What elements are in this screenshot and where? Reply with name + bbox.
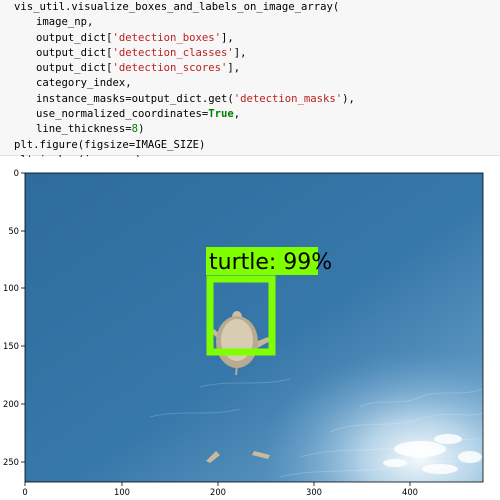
code-token: 'detection_classes' [112, 46, 234, 59]
output-area: turtle: 99% 0 50 100 150 200 250 0 100 200 300 40… [0, 157, 500, 500]
y-tick-label: 250 [3, 457, 19, 467]
code-token: 'detection_masks' [233, 92, 343, 105]
code-token: output_dict[ [36, 62, 113, 75]
code-token: output_dict[ [36, 31, 113, 44]
x-tick-label: 0 [22, 487, 27, 497]
image-plot: turtle: 99% 0 50 100 150 200 250 0 100 200 300 40… [3, 168, 484, 497]
code-token: vis_util.visualize_boxes_and_labels_on_i… [14, 1, 340, 13]
y-tick-label: 100 [3, 283, 19, 293]
code-token: 'detection_scores' [112, 62, 228, 75]
x-tick-label: 200 [210, 487, 226, 497]
code-token: ], [220, 31, 234, 44]
code-line: category_index, [14, 76, 355, 91]
y-tick-label: 200 [3, 399, 19, 409]
code-token: ], [227, 62, 241, 75]
code-token: instance_masks=output_dict.get( [36, 92, 234, 105]
code-token: line_thickness= [36, 123, 132, 136]
code-line: output_dict['detection_scores'], [14, 61, 355, 76]
code-line: output_dict['detection_classes'], [14, 46, 355, 61]
code-token: image_np, [36, 16, 94, 29]
code-token: plt.figure(figsize=IMAGE_SIZE) [14, 138, 206, 151]
code-line: line_thickness=8) [14, 122, 355, 137]
code-line: plt.figure(figsize=IMAGE_SIZE) [14, 138, 355, 153]
code-line: instance_masks=output_dict.get('detectio… [14, 92, 355, 107]
x-tick-label: 300 [306, 487, 322, 497]
y-tick-label: 150 [3, 341, 19, 351]
code-cell[interactable]: vis_util.visualize_boxes_and_labels_on_i… [0, 0, 500, 166]
code-line: vis_util.visualize_boxes_and_labels_on_i… [14, 0, 355, 15]
x-tick-label: 400 [402, 487, 418, 497]
x-tick-label: 100 [114, 487, 130, 497]
detection-label: turtle: 99% [209, 250, 332, 275]
code-line: output_dict['detection_boxes'], [14, 31, 355, 46]
code-token: use_normalized_coordinates= [36, 108, 209, 121]
code-block[interactable]: vis_util.visualize_boxes_and_labels_on_i… [14, 0, 355, 168]
y-axis: 0 50 100 150 200 250 [3, 168, 25, 467]
code-token: True [208, 108, 234, 121]
code-token: , [233, 108, 241, 121]
ocean-photo [25, 173, 483, 482]
y-tick-label: 50 [8, 226, 19, 236]
code-line: image_np, [14, 15, 355, 30]
code-token: category_index, [36, 77, 132, 90]
code-token: ], [233, 46, 247, 59]
code-token: 'detection_boxes' [112, 31, 221, 44]
x-axis: 0 100 200 300 400 [22, 482, 418, 497]
code-line: use_normalized_coordinates=True, [14, 107, 355, 122]
code-token: ) [138, 123, 145, 136]
y-tick-label: 0 [14, 168, 19, 178]
code-token: output_dict[ [36, 46, 113, 59]
code-token: ), [342, 92, 355, 105]
